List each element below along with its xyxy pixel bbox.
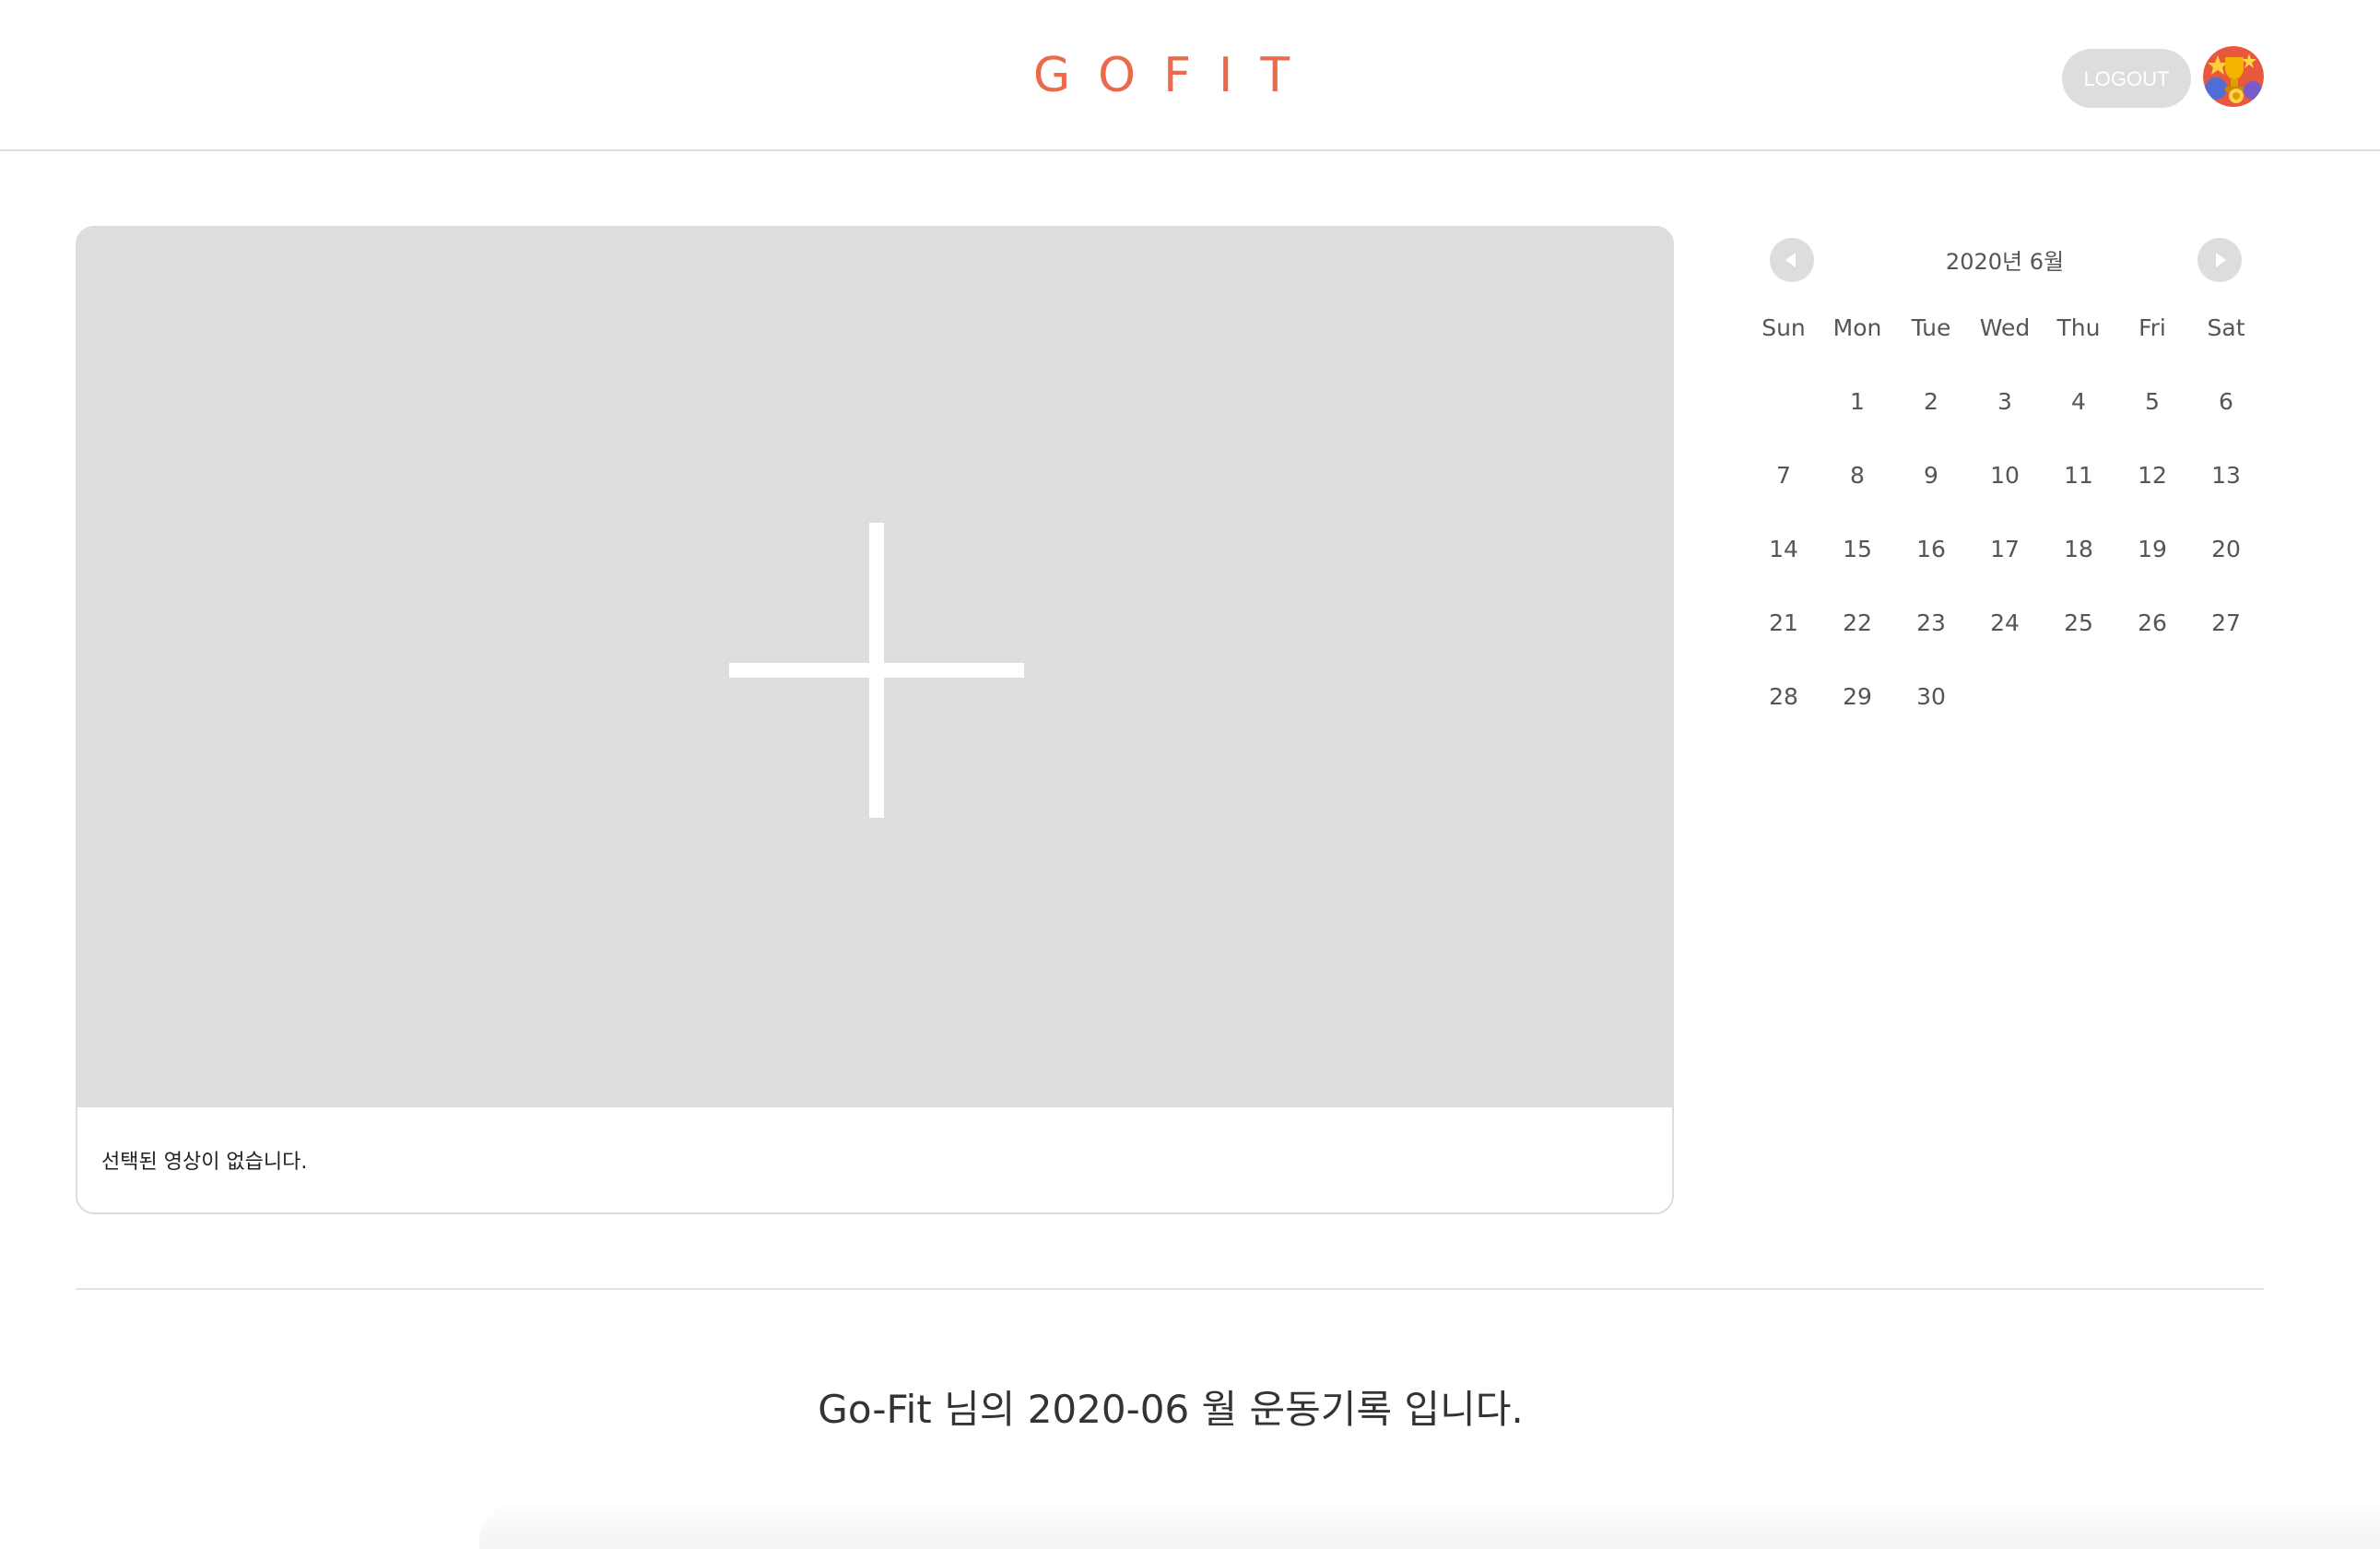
weekday-label: Wed xyxy=(1979,314,2031,341)
calendar-day[interactable]: 27 xyxy=(2189,605,2263,642)
calendar-day[interactable]: 30 xyxy=(1894,679,1968,715)
weekday-label: Sun xyxy=(1761,314,1806,341)
calendar-day[interactable]: 11 xyxy=(2042,457,2115,494)
calendar-day[interactable]: 25 xyxy=(2042,605,2115,642)
weekday-label: Thu xyxy=(2056,314,2101,341)
calendar-day[interactable]: 20 xyxy=(2189,531,2263,568)
calendar-week-row: 14 15 16 17 18 19 20 xyxy=(1747,531,2263,568)
calendar-day[interactable]: 13 xyxy=(2189,457,2263,494)
calendar-day[interactable]: 3 xyxy=(1968,384,2042,420)
calendar-day[interactable]: 29 xyxy=(1820,679,1894,715)
logout-button[interactable]: LOGOUT xyxy=(2062,49,2191,108)
calendar-week-row: 21 22 23 24 25 26 27 xyxy=(1747,605,2263,642)
calendar-day[interactable]: 5 xyxy=(2115,384,2189,420)
calendar-day[interactable]: 14 xyxy=(1747,531,1820,568)
monthly-record-title: Go-Fit 님의 2020-06 월 운동기록 입니다. xyxy=(818,1387,1524,1432)
weekday-label: Sat xyxy=(2207,314,2245,341)
calendar-weekday-header: Sun Mon Tue Wed Thu Fri Sat xyxy=(1747,310,2263,347)
weekday-label: Fri xyxy=(2138,314,2166,341)
section-divider xyxy=(76,1288,2264,1290)
calendar-day[interactable]: 19 xyxy=(2115,531,2189,568)
weekday-label: Tue xyxy=(1911,314,1951,341)
calendar-week-row: 123456 xyxy=(1747,384,2263,420)
video-caption: 선택된 영상이 없습니다. xyxy=(101,1151,308,1174)
calendar-day[interactable]: 26 xyxy=(2115,605,2189,642)
weekday-label: Mon xyxy=(1832,314,1882,341)
calendar-day[interactable]: 15 xyxy=(1820,531,1894,568)
calendar-day[interactable]: 16 xyxy=(1894,531,1968,568)
video-card: 선택된 영상이 없습니다. xyxy=(76,226,1674,1214)
video-upload-area[interactable] xyxy=(77,228,1672,1107)
calendar: 2020년 6월 Sun Mon Tue Wed Thu Fri Sat 123… xyxy=(1747,231,2263,747)
next-month-arrow xyxy=(2216,253,2226,267)
calendar-month-title: 2020년 6월 xyxy=(1945,249,2065,275)
chevron-right-icon[interactable] xyxy=(2197,238,2242,282)
calendar-day[interactable]: 9 xyxy=(1894,457,1968,494)
calendar-day[interactable]: 22 xyxy=(1820,605,1894,642)
calendar-day[interactable]: 18 xyxy=(2042,531,2115,568)
top-header: GOFIT LOGOUT xyxy=(0,0,2380,151)
calendar-day[interactable]: 10 xyxy=(1968,457,2042,494)
record-panel-edge xyxy=(479,1503,2380,1549)
calendar-day[interactable]: 12 xyxy=(2115,457,2189,494)
calendar-day[interactable]: 24 xyxy=(1968,605,2042,642)
calendar-day[interactable]: 7 xyxy=(1747,457,1820,494)
calendar-day[interactable]: 17 xyxy=(1968,531,2042,568)
calendar-day[interactable]: 4 xyxy=(2042,384,2115,420)
plus-icon-horizontal xyxy=(729,663,1024,678)
calendar-day[interactable]: 6 xyxy=(2189,384,2263,420)
calendar-day[interactable]: 8 xyxy=(1820,457,1894,494)
calendar-day[interactable]: 21 xyxy=(1747,605,1820,642)
avatar-image xyxy=(2203,46,2264,107)
calendar-day[interactable]: 2 xyxy=(1894,384,1968,420)
trophy-medal-avatar-icon[interactable] xyxy=(2203,46,2264,107)
calendar-day[interactable]: 1 xyxy=(1820,384,1894,420)
calendar-week-row: 28 29 30 xyxy=(1747,679,2263,715)
calendar-week-row: 7 8 9 10 11 12 13 xyxy=(1747,457,2263,494)
calendar-day[interactable]: 23 xyxy=(1894,605,1968,642)
calendar-day[interactable]: 28 xyxy=(1747,679,1820,715)
app-logo[interactable]: GOFIT xyxy=(0,41,2323,111)
